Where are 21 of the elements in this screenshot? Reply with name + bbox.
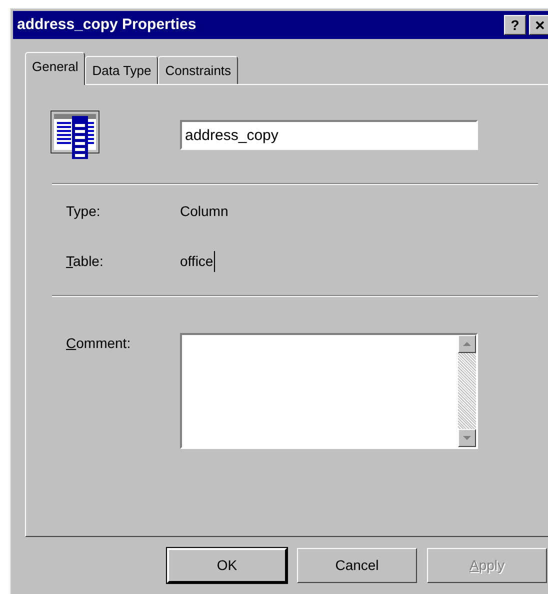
dialog-button[interactable]: Cancel (297, 548, 417, 583)
comment-field[interactable] (180, 333, 478, 449)
help-button[interactable]: ? (504, 15, 526, 35)
comment-label: Comment: (66, 334, 132, 353)
scroll-up-button[interactable] (458, 335, 476, 353)
tab[interactable]: Constraints (158, 56, 238, 84)
close-button[interactable]: ✕ (529, 15, 548, 35)
field-value: office (180, 250, 216, 272)
up-arrow-icon (463, 342, 471, 346)
tab[interactable]: Data Type (85, 56, 158, 84)
tab[interactable]: General (25, 52, 86, 85)
name-field[interactable]: address_copy (180, 120, 478, 150)
scrollbar[interactable] (458, 335, 476, 447)
field-label: Table: (66, 252, 104, 270)
window-title: address_copy Properties (17, 14, 198, 35)
scroll-down-button[interactable] (458, 429, 476, 447)
field-label: Type: (66, 202, 102, 221)
field-value: Column (180, 202, 228, 220)
table-column-icon (50, 110, 102, 160)
down-arrow-icon (463, 436, 471, 440)
dialog-button[interactable]: OK (167, 548, 287, 583)
